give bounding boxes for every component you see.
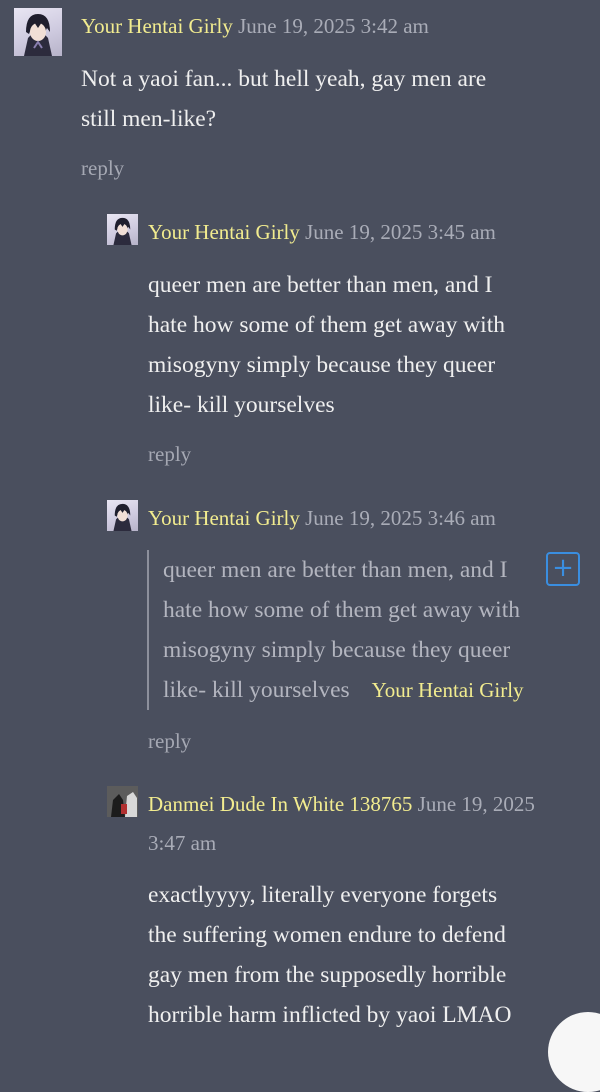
avatar[interactable] bbox=[14, 8, 62, 56]
author-name[interactable]: Your Hentai Girly bbox=[81, 14, 233, 38]
comment-date[interactable]: June 19, 2025 3:42 am bbox=[238, 14, 429, 38]
comment-line: Not a yaoi fan... but hell yeah, gay men… bbox=[81, 66, 487, 92]
reply-link[interactable]: reply bbox=[148, 440, 191, 468]
quote-line-with-author: like- kill yourselves Your Hentai Girly bbox=[163, 670, 583, 710]
quote-line: misogyny simply because they queer bbox=[163, 637, 511, 663]
reply-link[interactable]: reply bbox=[81, 154, 124, 182]
quote-line: queer men are better than men, and I bbox=[163, 557, 508, 583]
comment-body: queer men are better than men, and I hat… bbox=[148, 265, 588, 425]
comment-line: horrible harm inflicted by yaoi LMAO bbox=[148, 1002, 512, 1028]
author-name[interactable]: Your Hentai Girly bbox=[148, 506, 300, 530]
plus-icon[interactable]: + bbox=[546, 552, 580, 586]
comment-date[interactable]: June 19, 2025 bbox=[418, 792, 535, 816]
comment-line: exactlyyyy, literally everyone forgets bbox=[148, 882, 498, 908]
comment-line: hate how some of them get away with bbox=[148, 312, 505, 338]
comment-line: misogyny simply because they queer bbox=[148, 352, 496, 378]
quote-author[interactable]: Your Hentai Girly bbox=[372, 678, 524, 702]
avatar[interactable] bbox=[107, 500, 138, 531]
comment-body: exactlyyyy, literally everyone forgets t… bbox=[148, 875, 588, 1035]
author-name[interactable]: Danmei Dude In White 138765 bbox=[148, 792, 412, 816]
comment-line: gay men from the supposedly horrible bbox=[148, 962, 507, 988]
comment-line: still men-like? bbox=[81, 106, 217, 132]
avatar[interactable] bbox=[107, 786, 138, 817]
comment-body: Not a yaoi fan... but hell yeah, gay men… bbox=[81, 59, 581, 139]
avatar[interactable] bbox=[107, 214, 138, 245]
author-name[interactable]: Your Hentai Girly bbox=[148, 220, 300, 244]
quote-line: like- kill yourselves bbox=[163, 677, 350, 703]
comment-line: like- kill yourselves bbox=[148, 392, 335, 418]
comment-meta: Your Hentai Girly June 19, 2025 3:46 am bbox=[148, 504, 496, 532]
comment-meta: Your Hentai Girly June 19, 2025 3:42 am bbox=[81, 12, 429, 40]
comment-date[interactable]: June 19, 2025 3:46 am bbox=[305, 506, 496, 530]
comment-meta: Danmei Dude In White 138765 June 19, 202… bbox=[148, 790, 535, 818]
quoted-comment: queer men are better than men, and I hat… bbox=[147, 550, 583, 710]
comment-date[interactable]: June 19, 2025 3:45 am bbox=[305, 220, 496, 244]
comment-date-continued[interactable]: 3:47 am bbox=[148, 829, 216, 857]
comment-line: queer men are better than men, and I bbox=[148, 272, 493, 298]
comment-line: the suffering women endure to defend bbox=[148, 922, 506, 948]
reply-link[interactable]: reply bbox=[148, 727, 191, 755]
comment-meta: Your Hentai Girly June 19, 2025 3:45 am bbox=[148, 218, 496, 246]
quote-line: hate how some of them get away with bbox=[163, 597, 520, 623]
